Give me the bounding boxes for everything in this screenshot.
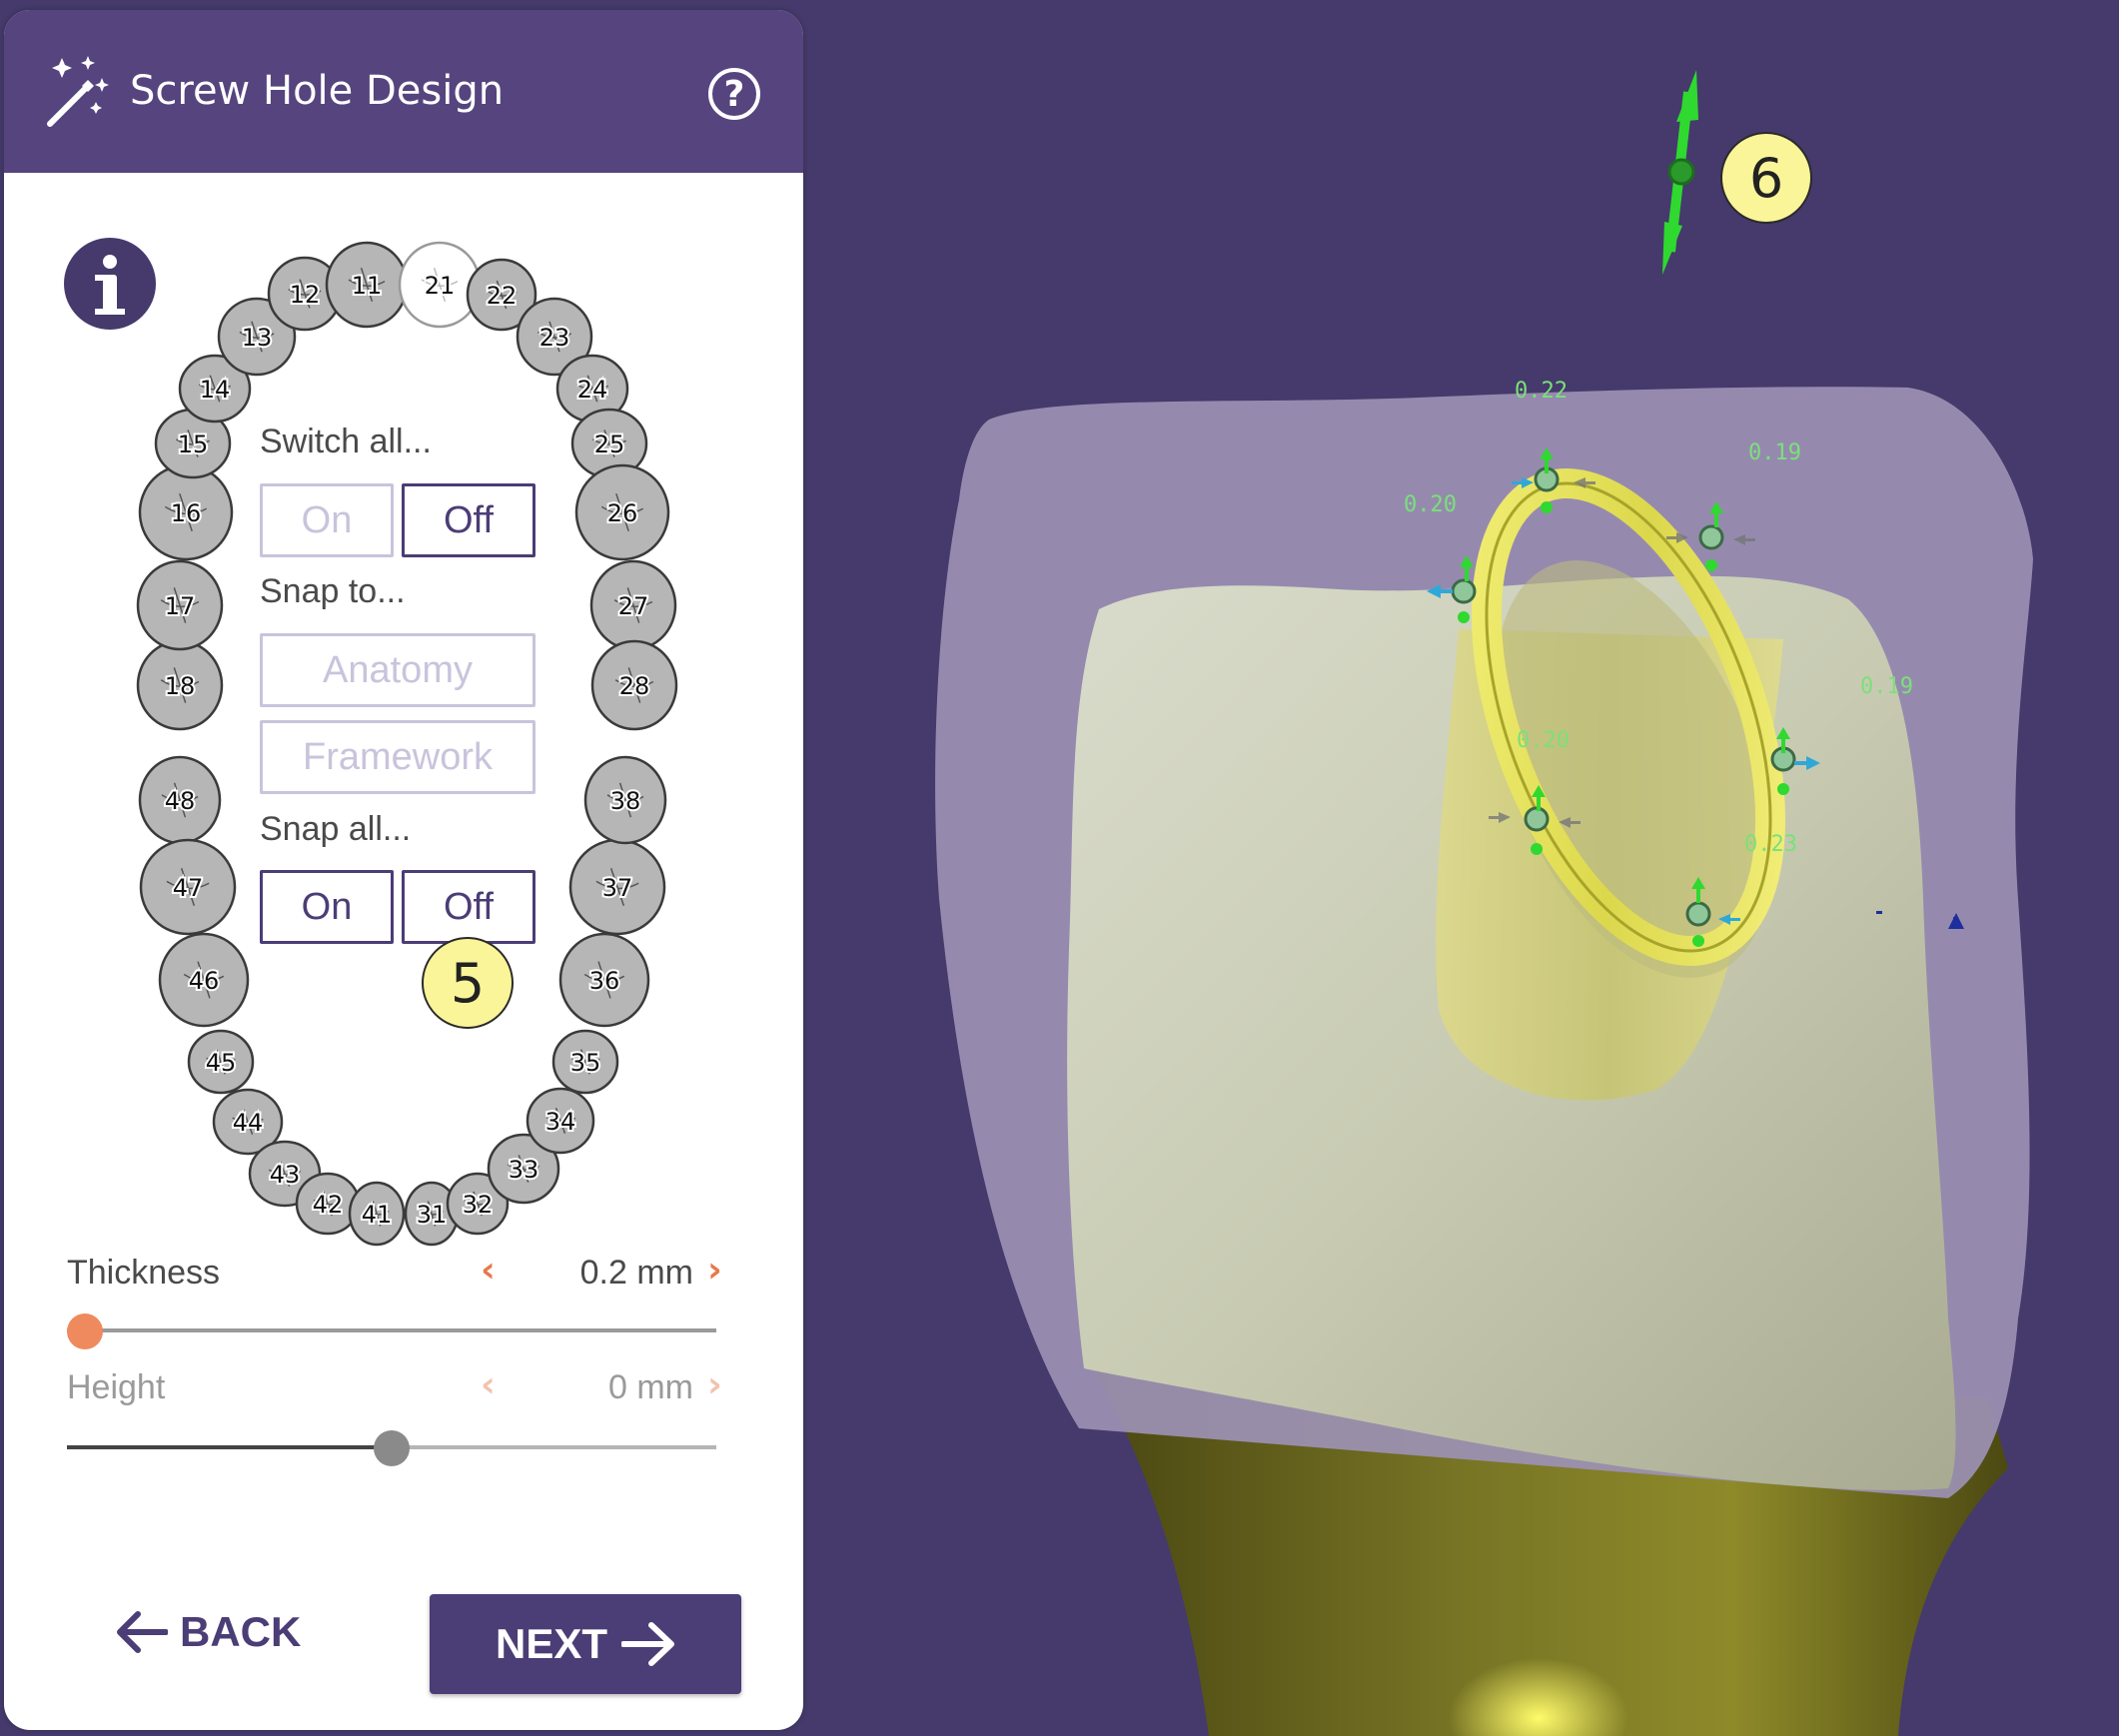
- tooth-42[interactable]: 42: [295, 1172, 361, 1236]
- snap-all-label: Snap all...: [260, 810, 412, 848]
- tooth-36[interactable]: 36: [558, 932, 650, 1028]
- tooth-number: 33: [509, 1156, 539, 1184]
- back-button[interactable]: BACK: [116, 1592, 326, 1672]
- next-button[interactable]: NEXT: [430, 1594, 741, 1694]
- tooth-number: 46: [189, 967, 220, 995]
- thickness-decrease-icon[interactable]: ‹: [481, 1250, 496, 1291]
- tooth-48[interactable]: 48: [138, 755, 222, 845]
- height-increase-icon[interactable]: ›: [707, 1364, 722, 1405]
- next-label: NEXT: [495, 1620, 607, 1667]
- control-point: [1698, 524, 1724, 550]
- tooth-17[interactable]: 17: [136, 559, 224, 651]
- axis-handle[interactable]: [1662, 70, 1698, 275]
- tooth-number: 38: [610, 787, 641, 815]
- tooth-number: 34: [545, 1108, 576, 1136]
- tooth-number: 27: [618, 592, 649, 620]
- tooth-number: 14: [200, 376, 231, 404]
- tooth-45[interactable]: 45: [187, 1029, 255, 1095]
- tooth-number: 17: [165, 592, 196, 620]
- snap-all-off-button[interactable]: Off: [402, 870, 535, 944]
- screw-hole-design-panel: Screw Hole Design ? 18 17 16 15 14 13 12 11 21 22…: [4, 10, 803, 1730]
- arrow-right-icon: [621, 1622, 674, 1666]
- tooth-number: 21: [425, 272, 456, 300]
- switch-all-label: Switch all...: [260, 423, 432, 460]
- tooth-28[interactable]: 28: [590, 639, 678, 731]
- tooth-number: 23: [539, 324, 570, 352]
- tooth-number: 35: [570, 1049, 601, 1077]
- tooth-35[interactable]: 35: [551, 1029, 619, 1095]
- tooth-11[interactable]: 11: [325, 241, 409, 329]
- tooth-number: 45: [206, 1049, 237, 1077]
- tooth-number: 32: [463, 1191, 494, 1219]
- tooth-number: 48: [165, 787, 196, 815]
- tooth-number: 12: [290, 281, 321, 309]
- control-point: [1685, 901, 1711, 927]
- tooth-number: 25: [594, 431, 625, 458]
- thickness-slider-thumb[interactable]: [67, 1313, 103, 1349]
- control-point: [1451, 578, 1477, 604]
- tooth-number: 15: [178, 431, 209, 458]
- tooth-47[interactable]: 47: [139, 838, 237, 936]
- tooth-number: 18: [165, 672, 196, 700]
- tooth-number: 16: [171, 499, 202, 527]
- measurement-label: 0.19: [1860, 674, 1913, 699]
- snap-framework-button[interactable]: Framework: [260, 720, 535, 794]
- tooth-number: 24: [577, 376, 608, 404]
- tooth-number: 41: [362, 1201, 393, 1229]
- tooth-26[interactable]: 26: [574, 463, 670, 561]
- tooth-46[interactable]: 46: [158, 932, 250, 1028]
- snap-to-label: Snap to...: [260, 572, 406, 610]
- back-label: BACK: [180, 1608, 302, 1655]
- callout-6: 6: [1720, 132, 1812, 224]
- measurement-label: 0.20: [1517, 728, 1570, 753]
- height-value: 0 mm: [608, 1368, 693, 1406]
- height-slider-thumb[interactable]: [374, 1430, 410, 1466]
- measurement-label: 0.19: [1748, 440, 1801, 465]
- tooth-18[interactable]: 18: [136, 639, 224, 731]
- tooth-41[interactable]: 41: [348, 1181, 406, 1247]
- thickness-label: Thickness: [67, 1254, 221, 1292]
- tooth-number: 43: [270, 1161, 301, 1189]
- tooth-number: 13: [242, 324, 273, 352]
- tooth-number: 42: [313, 1191, 344, 1219]
- tooth-34[interactable]: 34: [526, 1087, 595, 1155]
- tooth-number: 44: [233, 1109, 264, 1137]
- thickness-slider-track[interactable]: [67, 1328, 716, 1332]
- arrow-left-icon: [117, 1611, 168, 1653]
- tooth-38[interactable]: 38: [583, 755, 667, 845]
- height-label: Height: [67, 1368, 166, 1406]
- tooth-number: 22: [487, 282, 518, 310]
- tooth-number: 36: [589, 967, 620, 995]
- tooth-number: 11: [352, 272, 383, 300]
- thickness-increase-icon[interactable]: ›: [707, 1250, 722, 1291]
- measurement-label: 0.20: [1404, 492, 1457, 517]
- tooth-number: 47: [173, 874, 204, 902]
- switch-all-on-button[interactable]: On: [260, 483, 394, 557]
- switch-all-off-button[interactable]: Off: [402, 483, 535, 557]
- measurement-label: 0.23: [1744, 832, 1797, 857]
- height-decrease-icon[interactable]: ‹: [481, 1364, 496, 1405]
- thickness-value: 0.2 mm: [579, 1254, 693, 1292]
- measurement-label: 0.22: [1515, 379, 1568, 404]
- control-point: [1524, 806, 1550, 832]
- snap-all-on-button[interactable]: On: [260, 870, 394, 944]
- tooth-27[interactable]: 27: [589, 559, 677, 651]
- tooth-number: 26: [607, 499, 638, 527]
- snap-anatomy-button[interactable]: Anatomy: [260, 633, 535, 707]
- tooth-16[interactable]: 16: [138, 463, 234, 561]
- callout-5: 5: [422, 937, 514, 1029]
- tooth-21[interactable]: 21: [398, 241, 482, 329]
- tooth-number: 37: [602, 874, 633, 902]
- tooth-number: 31: [417, 1201, 448, 1229]
- tooth-37[interactable]: 37: [568, 838, 666, 936]
- height-slider-track-left[interactable]: [67, 1445, 392, 1449]
- height-slider-track-right[interactable]: [392, 1445, 716, 1449]
- tooth-number: 28: [619, 672, 650, 700]
